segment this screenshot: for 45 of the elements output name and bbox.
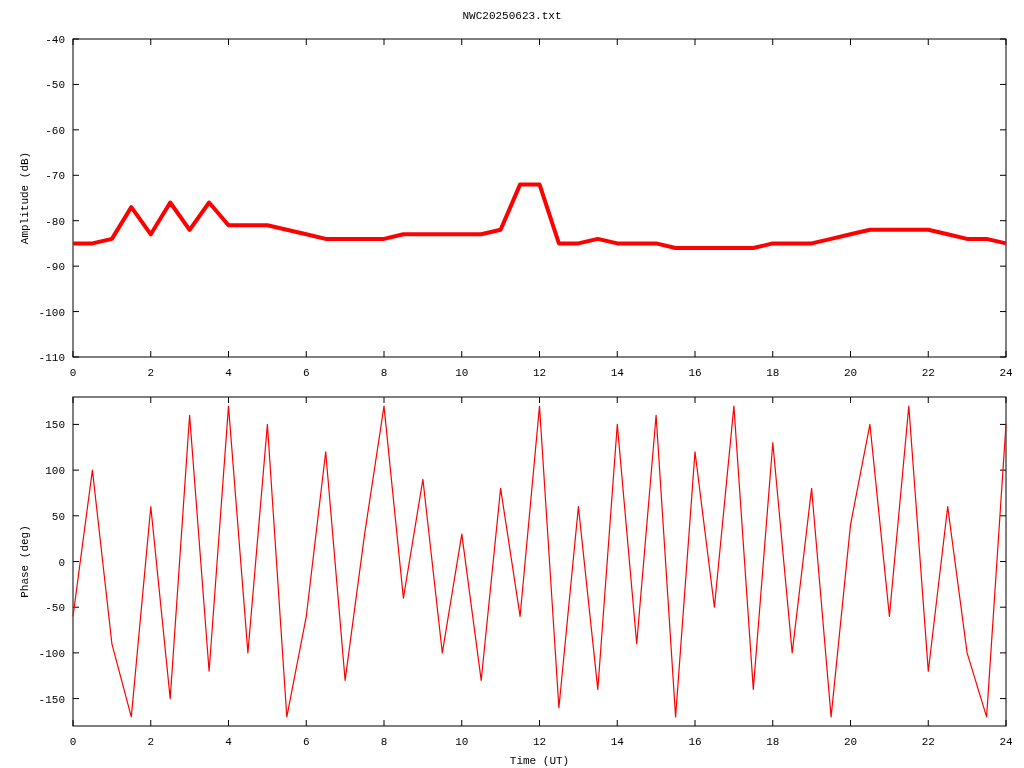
axis-tick-label: 16 <box>688 736 702 748</box>
axis-tick-label: 8 <box>380 736 388 748</box>
axis-tick-label: 14 <box>610 367 624 379</box>
axis-tick-label: -90 <box>45 261 65 274</box>
axis-tick-label: -110 <box>38 352 65 364</box>
axis-tick-label: 20 <box>843 736 858 748</box>
axis-tick-label: 14 <box>610 736 624 748</box>
axis-tick-label: -100 <box>38 306 65 319</box>
y-axis-label: Phase (deg) <box>19 525 31 598</box>
axis-tick-label: 8 <box>380 367 388 379</box>
axis-tick-label: 2 <box>147 367 155 379</box>
axis-tick-label: 4 <box>225 367 232 379</box>
axis-tick-label: 24 <box>999 736 1013 748</box>
axis-tick-label: 0 <box>69 736 77 748</box>
axis-tick-label: -70 <box>45 170 65 183</box>
axis-tick-label: 0 <box>58 556 65 569</box>
axis-tick-label: -50 <box>45 602 65 615</box>
chart-title: NWC20250623.txt <box>462 9 562 22</box>
axis-tick-label: -80 <box>45 215 65 228</box>
axis-tick-label: 20 <box>843 367 858 379</box>
axis-tick-label: -60 <box>45 124 65 137</box>
axis-tick-label: 12 <box>532 736 547 748</box>
axis-tick-label: 10 <box>455 736 469 748</box>
y-axis-label: Amplitude (dB) <box>19 151 31 245</box>
axis-tick-label: 22 <box>921 736 935 748</box>
axis-tick-label: 2 <box>147 736 155 748</box>
axis-tick-label: 100 <box>45 465 65 478</box>
axis-tick-label: 6 <box>302 367 310 379</box>
axis-tick-label: 24 <box>999 367 1013 379</box>
axis-tick-label: 0 <box>69 367 77 379</box>
axis-tick-label: 6 <box>302 736 310 748</box>
axis-tick-label: 150 <box>45 419 65 432</box>
axis-tick-label: -100 <box>38 647 65 660</box>
axis-tick-label: 18 <box>766 736 780 748</box>
axis-tick-label: 18 <box>766 367 780 379</box>
axis-tick-label: 16 <box>688 367 702 379</box>
axis-tick-label: 4 <box>225 736 232 748</box>
axis-tick-label: 10 <box>455 367 469 379</box>
axis-tick-label: -40 <box>45 34 65 46</box>
axis-tick-label: -150 <box>38 693 65 706</box>
axis-tick-label: 12 <box>532 367 547 379</box>
axis-tick-label: -50 <box>45 79 65 92</box>
x-axis-label: Time (UT) <box>509 755 570 767</box>
axis-tick-label: 22 <box>921 367 935 379</box>
axis-tick-label: 50 <box>51 510 65 523</box>
